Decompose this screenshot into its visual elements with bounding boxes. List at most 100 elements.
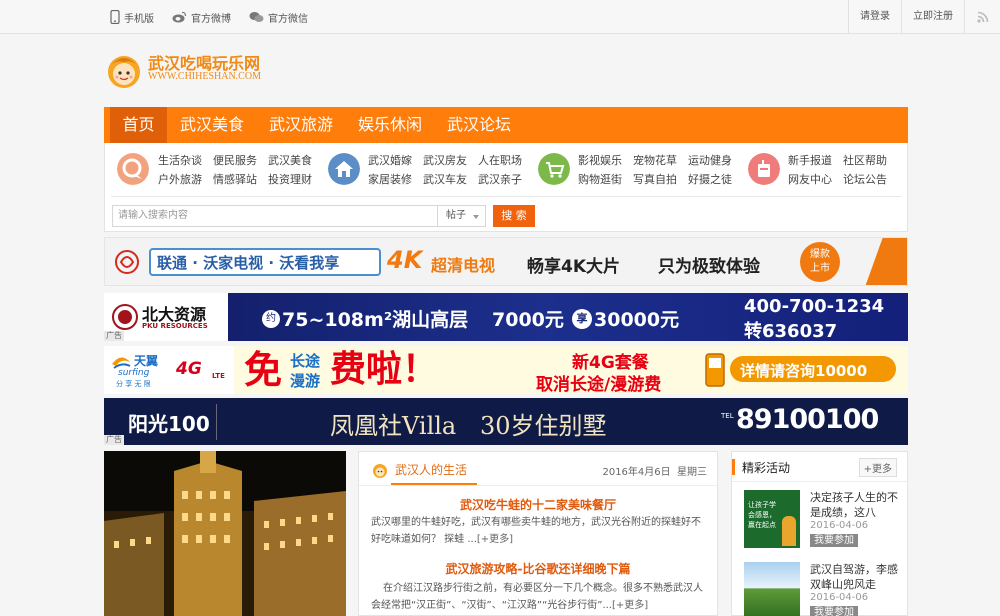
search-type-select[interactable]: 帖子 (438, 205, 486, 227)
site-logo[interactable]: 武汉吃喝玩乐网 WWW.CHIHESHAN.COM (104, 46, 274, 90)
subnav-photos[interactable]: 写真自拍 (633, 171, 677, 187)
ad4-tel-label: TEL (721, 412, 734, 420)
activities-box: 精彩活动 +更多 让孩子学会感恩，赢在起点 决定孩子人生的不是成绩，这八 201… (731, 451, 908, 616)
ad1-hd-tv: 超清电视 (431, 256, 496, 275)
activity-date: 2016-04-06 (810, 592, 869, 603)
article-more-link-frog[interactable]: [+更多] (477, 534, 513, 545)
ad2-save-circle: 享 (572, 309, 592, 329)
search-button[interactable]: 搜 索 (493, 205, 535, 227)
ad2-phone1: 400-700-1234 (744, 296, 885, 317)
nav-travel[interactable]: 武汉旅游 (262, 107, 340, 143)
article-snippet-travel: 在介绍江汉路步行街之前，有必要区分一下几个概念。很多不熟悉武汉人会经常把“汉正街… (371, 583, 703, 611)
subnav-movies[interactable]: 影视娱乐 (578, 152, 622, 168)
subnav-outdoor[interactable]: 户外旅游 (158, 171, 202, 187)
login-link[interactable]: 请登录 (848, 0, 901, 34)
subnav-workplace[interactable]: 人在职场 (478, 152, 522, 168)
subnav-emotion[interactable]: 情感驿站 (213, 171, 257, 187)
main-nav: 首页 武汉美食 武汉旅游 娱乐休闲 武汉论坛 (104, 107, 908, 143)
pku-seal-icon (112, 304, 138, 330)
chat-bubble-icon (117, 153, 149, 185)
nav-food[interactable]: 武汉美食 (173, 107, 251, 143)
ad2-pre-circle: 约 (262, 310, 280, 328)
article-title-travel[interactable]: 武汉旅游攻略-比谷歌还详细晚下篇 (359, 560, 717, 577)
official-weibo-link[interactable]: 官方微博 (172, 10, 231, 25)
activity-thumb-figure (782, 516, 796, 546)
ad1-slogan: 联通 · 沃家电视 · 沃看我享 (157, 254, 340, 272)
article-box-title-underline (391, 483, 477, 485)
subnav-house[interactable]: 武汉房友 (423, 152, 467, 168)
subnav-sports[interactable]: 运动健身 (688, 152, 732, 168)
ad3-lte: LTE (212, 372, 225, 380)
subnav-wedding[interactable]: 武汉婚嫁 (368, 152, 412, 168)
ad3-roaming: 漫游 (290, 372, 321, 390)
article-body-frog: 武汉哪里的牛蛙好吃，武汉有哪些卖牛蛙的地方，武汉光谷附近的探蛙好不好吃味道如何？… (371, 514, 707, 548)
activities-title: 精彩活动 (742, 461, 791, 475)
search-input[interactable]: 请输入搜索内容 (112, 205, 438, 227)
subnav-help[interactable]: 社区帮助 (843, 152, 887, 168)
ad3-longdist: 长途 (290, 352, 321, 370)
subnav-decoration[interactable]: 家居装修 (368, 171, 412, 187)
ad4-sub: 30岁住别墅 (480, 412, 607, 440)
article-title-frog[interactable]: 武汉吃牛蛙的十二家美味餐厅 (359, 496, 717, 513)
subnav-newbie[interactable]: 新手报道 (788, 152, 832, 168)
subnav-user-center[interactable]: 网友中心 (788, 171, 832, 187)
rss-link[interactable] (964, 0, 1000, 34)
activity-thumb-caption: 让孩子学会感恩，赢在起点 (748, 501, 776, 529)
activity-item[interactable]: 让孩子学会感恩，赢在起点 决定孩子人生的不是成绩，这八 2016-04-06 我… (744, 490, 904, 550)
article-box-wuhan-life: 武汉人的生活 2016年4月6日 星期三 武汉吃牛蛙的十二家美味餐厅 武汉哪里的… (358, 451, 718, 616)
house-icon (328, 153, 360, 185)
activity-text: 武汉自驾游，李感双峰山兜风走 (810, 563, 898, 591)
article-body-travel: 在介绍江汉路步行街之前，有必要区分一下几个概念。很多不熟悉武汉人会经常把“汉正街… (371, 580, 707, 614)
ad-banner-sunshine100[interactable]: 阳光100 凤凰社Villa 30岁住别墅 TEL 89100100 广告 (104, 398, 908, 445)
ad2-brand-en: PKU RESOURCES (142, 322, 208, 330)
ad3-fee: 费啦！ (330, 349, 439, 390)
article-snippet-frog: 武汉哪里的牛蛙好吃，武汉有哪些卖牛蛙的地方，武汉光谷附近的探蛙好不好吃味道如何？… (371, 517, 701, 545)
ad2-area: 75~108m²湖山高层 (282, 309, 469, 331)
mobile-version-link[interactable]: 手机版 (110, 10, 154, 25)
featured-photo-bund-night[interactable] (104, 451, 346, 616)
ad4-divider (216, 404, 217, 440)
activities-more-button[interactable]: +更多 (858, 458, 897, 477)
mascot-small-icon (373, 464, 387, 478)
official-weixin-link[interactable]: 官方微信 (249, 10, 308, 25)
subnav-parenting[interactable]: 武汉亲子 (478, 171, 522, 187)
subnav-wh-food[interactable]: 武汉美食 (268, 152, 312, 168)
ad4-title: 凤凰社Villa (330, 412, 457, 440)
subnav-cars[interactable]: 武汉车友 (423, 171, 467, 187)
subnav-services[interactable]: 便民服务 (213, 152, 257, 168)
subnav-shopping[interactable]: 购物逛街 (578, 171, 622, 187)
ad3-cancel: 取消长途/漫游费 (536, 375, 662, 394)
subnav-photographers[interactable]: 好摄之徒 (688, 171, 732, 187)
ad4-brand: 阳光100 (128, 412, 210, 436)
official-weixin-label: 官方微信 (268, 13, 308, 25)
join-activity-button[interactable]: 我要参加 (810, 606, 858, 616)
rss-icon (976, 11, 988, 23)
activity-item[interactable]: 武汉自驾游，李感双峰山兜风走 2016-04-06 我要参加 (744, 562, 904, 616)
nav-home[interactable]: 首页 (110, 107, 167, 143)
article-box-title[interactable]: 武汉人的生活 (395, 461, 467, 478)
ad4-tag: 广告 (104, 435, 124, 445)
subnav-announcements[interactable]: 论坛公告 (843, 171, 887, 187)
ad1-ultimate: 只为极致体验 (658, 257, 760, 277)
activities-header-accent (732, 459, 735, 475)
subnav-life-chat[interactable]: 生活杂谈 (158, 152, 202, 168)
subnav-finance[interactable]: 投资理财 (268, 171, 312, 187)
ad1-wo-logo (865, 238, 907, 285)
register-link[interactable]: 立即注册 (901, 0, 964, 34)
category-panel: 生活杂谈 便民服务 武汉美食 户外旅游 情感驿站 投资理财 武汉婚嫁 武汉房友 … (104, 143, 908, 232)
activities-header: 精彩活动 +更多 (732, 452, 907, 482)
ad-banner-pku-resources[interactable]: 北大资源 PKU RESOURCES 约 75~108m²湖山高层 7000元 … (104, 293, 908, 341)
ad2-price: 7000元 (492, 309, 564, 331)
article-more-link-travel[interactable]: [+更多] (612, 600, 648, 611)
join-activity-button[interactable]: 我要参加 (810, 534, 858, 547)
activity-thumb-mountain (744, 562, 800, 616)
subnav-pets[interactable]: 宠物花草 (633, 152, 677, 168)
nav-entertainment[interactable]: 娱乐休闲 (351, 107, 429, 143)
ad-banner-surfing-4g[interactable]: 天翼 surfing 分 享 无 限 4G LTE 免 长途 漫游 费啦！ 新4… (104, 346, 908, 394)
logo-url: WWW.CHIHESHAN.COM (148, 71, 261, 82)
unicom-logo-icon (115, 250, 139, 274)
ad-banner-unicom[interactable]: 联通 · 沃家电视 · 沃看我享 4K 超清电视 畅享4K大片 只为极致体验 爆… (104, 237, 908, 286)
nav-forum[interactable]: 武汉论坛 (440, 107, 518, 143)
ad3-brand-sub: 分 享 无 限 (116, 380, 151, 388)
ad1-badge: 爆款上市 (800, 242, 840, 282)
